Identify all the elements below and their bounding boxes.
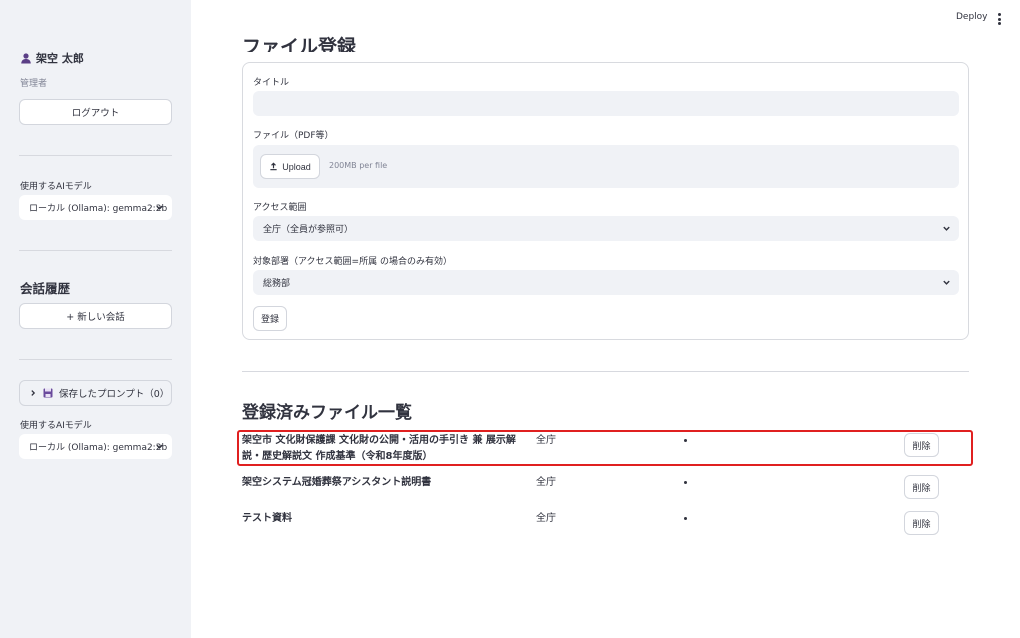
model-select[interactable]: ローカル (Ollama): gemma2:2b (19, 195, 172, 220)
sidebar-divider (19, 359, 172, 360)
access-select-value: 全庁（全員が参照可） (263, 225, 354, 235)
user-icon (21, 53, 31, 64)
title-label: タイトル (253, 78, 290, 88)
chevron-right-icon (31, 390, 36, 396)
register-button[interactable]: 登録 (253, 306, 287, 331)
delete-button[interactable]: 削除 (904, 511, 939, 535)
title-input[interactable] (253, 91, 959, 116)
upload-button[interactable]: Upload (260, 154, 320, 179)
dept-label: 対象部署（アクセス範囲=所属 の場合のみ有効） (253, 257, 452, 267)
highlight-box (237, 430, 973, 466)
model-select-2[interactable]: ローカル (Ollama): gemma2:2b (19, 434, 172, 459)
dept-select-value: 総務部 (263, 279, 291, 289)
user-role: 管理者 (20, 79, 48, 89)
file-access: 全庁 (536, 513, 556, 524)
form-title-wrapper: ファイル登録 (242, 30, 542, 52)
chevron-down-icon (943, 280, 950, 285)
logout-button[interactable]: ログアウト (19, 99, 172, 125)
history-heading: 会話履歴 (20, 281, 71, 296)
file-register-form: タイトル ファイル（PDF等） Upload 200MB per file アク… (242, 62, 969, 340)
file-label: ファイル（PDF等） (253, 131, 334, 141)
file-list-heading: 登録済みファイル一覧 (242, 403, 412, 423)
model-select-label-2: 使用するAIモデル (20, 421, 92, 431)
saved-prompts-label: 保存したプロンプト（0） (59, 389, 170, 400)
main-menu-icon[interactable] (996, 12, 1002, 26)
bullet (684, 517, 687, 520)
file-name: 架空システム冠婚葬祭アシスタント説明書 (242, 477, 432, 488)
model-select-label: 使用するAIモデル (20, 182, 92, 192)
table-row: 架空システム冠婚葬祭アシスタント説明書 全庁 削除 (242, 475, 969, 501)
user-info: 架空 太郎 (20, 50, 84, 66)
delete-button[interactable]: 削除 (904, 475, 939, 499)
file-access: 全庁 (536, 477, 556, 488)
chevron-down-icon (156, 444, 163, 449)
deploy-button[interactable]: Deploy (956, 12, 988, 22)
upload-label: Upload (282, 161, 311, 172)
model-select-value-2: ローカル (Ollama): gemma2:2b (29, 443, 168, 453)
model-select-value: ローカル (Ollama): gemma2:2b (29, 204, 168, 214)
upload-hint: 200MB per file (329, 161, 388, 170)
upload-icon (270, 162, 277, 171)
floppy-disk-icon (43, 388, 53, 398)
sidebar-divider (19, 155, 172, 156)
user-name: 架空 太郎 (36, 52, 84, 65)
chevron-down-icon (943, 226, 950, 231)
section-divider (242, 371, 969, 372)
access-select[interactable]: 全庁（全員が参照可） (253, 216, 959, 241)
file-name: テスト資料 (242, 513, 292, 524)
chevron-down-icon (156, 205, 163, 210)
sidebar-divider (19, 250, 172, 251)
bullet (684, 481, 687, 484)
table-row: テスト資料 全庁 削除 (242, 511, 969, 537)
file-dropzone[interactable]: Upload 200MB per file (253, 145, 959, 188)
form-title: ファイル登録 (242, 36, 357, 52)
saved-prompts-expander[interactable]: 保存したプロンプト（0） (19, 380, 172, 406)
new-chat-button[interactable]: + 新しい会話 (19, 303, 172, 329)
access-label: アクセス範囲 (253, 203, 307, 213)
sidebar: 架空 太郎 管理者 ログアウト 使用するAIモデル ローカル (Ollama):… (0, 0, 191, 638)
dept-select[interactable]: 総務部 (253, 270, 959, 295)
